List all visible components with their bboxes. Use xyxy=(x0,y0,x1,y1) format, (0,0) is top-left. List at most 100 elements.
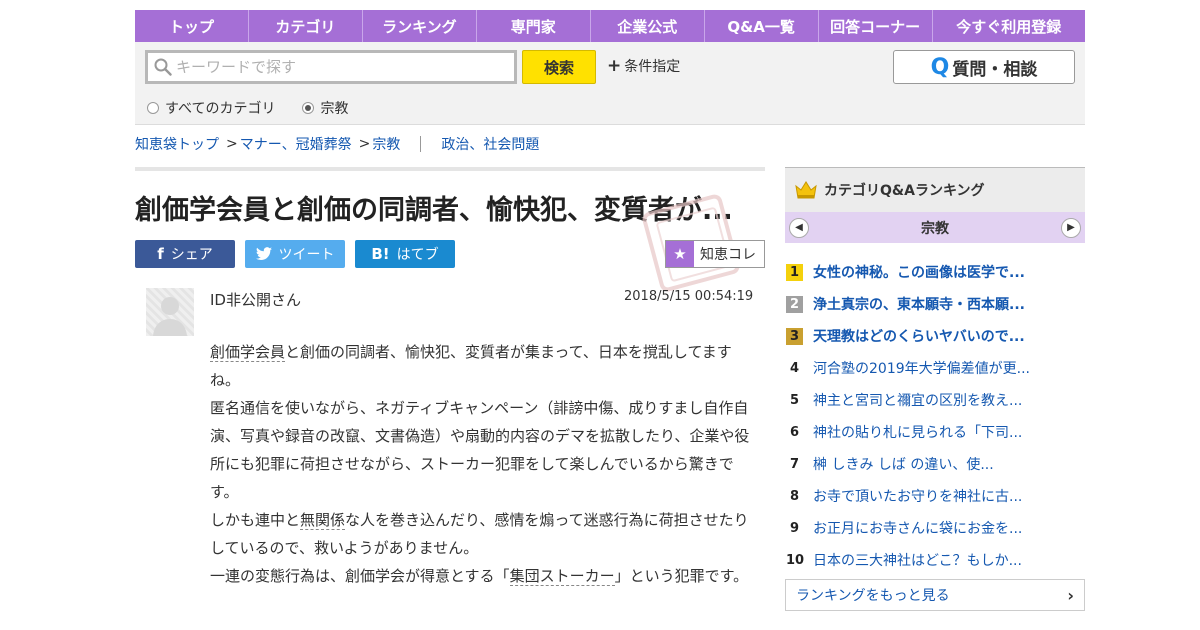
category-ranking: カテゴリQ&Aランキング ◀ 宗教 ▶ 1 女性の神秘。この画像は医学で... 2… xyxy=(785,167,1085,611)
search-input[interactable] xyxy=(176,58,506,76)
search-box[interactable] xyxy=(145,50,517,84)
ranking-item[interactable]: 6 神社の貼り札に見られる「下司... xyxy=(785,416,1085,448)
rank-number: 9 xyxy=(789,520,800,536)
ranking-item[interactable]: 1 女性の神秘。この画像は医学で... xyxy=(785,256,1085,288)
body-paragraph: しかも連中と無関係な人を巻き込んだり、感情を煽って迷惑行為に荷担させたりしている… xyxy=(210,506,750,562)
ranking-item[interactable]: 5 神主と宮司と禰宜の区別を教え... xyxy=(785,384,1085,416)
plus-icon: + xyxy=(607,56,622,76)
avatar xyxy=(146,288,194,336)
asker-name: ID非公開さん xyxy=(210,291,301,309)
share-facebook-button[interactable]: f シェア xyxy=(135,240,235,268)
ranking-link[interactable]: 神社の貼り札に見られる「下司... xyxy=(813,422,1022,442)
breadcrumb-manners[interactable]: マナー、冠婚葬祭 xyxy=(240,134,352,154)
rank-number: 6 xyxy=(789,424,800,440)
keyword-link[interactable]: 創価学会員 xyxy=(210,343,286,362)
twitter-icon xyxy=(255,247,272,261)
ranking-title: カテゴリQ&Aランキング xyxy=(824,183,985,199)
ranking-list: 1 女性の神秘。この画像は医学で... 2 浄土真宗の、東本願寺・西本願... 3天… xyxy=(785,256,1085,576)
category-scope: すべてのカテゴリ 宗教 xyxy=(147,98,375,118)
ranking-item[interactable]: 10 日本の三大神社はどこ？もしか... xyxy=(785,544,1085,576)
ranking-link[interactable]: お正月にお寺さんに袋にお金を... xyxy=(813,518,1022,538)
breadcrumb: 知恵袋トップ > マナー、冠婚葬祭 > 宗教 政治、社会問題 xyxy=(135,134,539,154)
search-button[interactable]: 検索 xyxy=(522,50,596,84)
rank-number: 4 xyxy=(789,360,800,376)
ranking-more-button[interactable]: ランキングをもっと見る › xyxy=(785,579,1085,611)
crown-icon xyxy=(795,181,817,199)
user-silhouette-icon xyxy=(153,297,187,336)
ask-question-label: 質問・相談 xyxy=(952,59,1038,80)
nav-top[interactable]: トップ xyxy=(135,10,249,42)
ranking-item[interactable]: 4 河合塾の2019年大学偏差値が更... xyxy=(785,352,1085,384)
rank-number: 2 xyxy=(786,295,803,313)
ranking-link[interactable]: 浄土真宗の、東本願寺・西本願... xyxy=(813,294,1025,314)
ranking-link[interactable]: 日本の三大神社はどこ？もしか... xyxy=(813,550,1022,570)
ranking-link[interactable]: 天理教はどのくらいヤバいので... xyxy=(813,326,1025,346)
ranking-item[interactable]: 7 榊 しきみ しば の違い、使... xyxy=(785,448,1085,480)
chevron-right-icon: › xyxy=(1067,585,1074,605)
condition-label: 条件指定 xyxy=(624,59,681,75)
ranking-more-label: ランキングをもっと見る xyxy=(796,588,950,604)
share-hatena-button[interactable]: B! はてブ xyxy=(355,240,455,268)
radio-all-categories[interactable]: すべてのカテゴリ xyxy=(147,98,275,118)
body-paragraph: 匿名通信を使いながら、ネガティブキャンペーン（誹謗中傷、成りすまし自作自演、写真… xyxy=(210,399,750,501)
keyword-link[interactable]: 無関係 xyxy=(300,511,346,530)
ranking-link[interactable]: 神主と宮司と禰宜の区別を教え... xyxy=(813,390,1022,410)
chevron-left-icon[interactable]: ◀ xyxy=(789,217,809,238)
share-twitter-button[interactable]: ツイート xyxy=(245,240,345,268)
ranking-header: カテゴリQ&Aランキング xyxy=(785,167,1085,212)
body-text: しかも連中と xyxy=(210,511,301,529)
post-date: 2018/5/15 00:54:19 xyxy=(624,289,754,304)
search-icon xyxy=(154,58,172,76)
search-area: 検索 + 条件指定 Q 質問・相談 すべてのカテゴリ 宗教 xyxy=(135,42,1085,125)
facebook-icon: f xyxy=(157,245,164,263)
radio-current-label: 宗教 xyxy=(320,101,349,117)
ranking-link[interactable]: お寺で頂いたお守りを神社に古... xyxy=(813,486,1022,506)
keyword-link[interactable]: 集団ストーカー xyxy=(509,567,615,586)
rank-number: 8 xyxy=(789,488,800,504)
body-paragraph: 創価学会員と創価の同調者、愉快犯、変質者が集まって、日本を撹乱してますね。 xyxy=(210,338,750,394)
ranking-item[interactable]: 2 浄土真宗の、東本願寺・西本願... xyxy=(785,288,1085,320)
share-hatena-label: はてブ xyxy=(396,247,439,263)
question-body: 創価学会員と創価の同調者、愉快犯、変質者が集まって、日本を撹乱してますね。 匿名… xyxy=(210,338,750,590)
q-icon: Q xyxy=(930,54,950,80)
ask-question-button[interactable]: Q 質問・相談 xyxy=(893,50,1075,84)
ranking-link[interactable]: 榊 しきみ しば の違い、使... xyxy=(813,454,994,474)
ranking-category-label: 宗教 xyxy=(921,220,949,237)
breadcrumb-top[interactable]: 知恵袋トップ xyxy=(135,134,219,154)
hatena-icon: B! xyxy=(371,245,390,263)
nav-register[interactable]: 今すぐ利用登録 xyxy=(933,10,1085,42)
nav-experts[interactable]: 専門家 xyxy=(477,10,591,42)
rank-number: 7 xyxy=(789,456,800,472)
rank-number: 10 xyxy=(785,552,805,568)
ranking-item[interactable]: 9 お正月にお寺さんに袋にお金を... xyxy=(785,512,1085,544)
nav-answer-corner[interactable]: 回答コーナー xyxy=(819,10,933,42)
chiecole-button[interactable]: ★ 知恵コレ xyxy=(665,240,765,268)
breadcrumb-religion[interactable]: 宗教 xyxy=(372,134,400,154)
ranking-link[interactable]: 河合塾の2019年大学偏差値が更... xyxy=(813,358,1030,378)
ranking-link[interactable]: 女性の神秘。この画像は医学で... xyxy=(813,262,1025,282)
share-twitter-label: ツイート xyxy=(278,247,335,263)
global-nav: トップ カテゴリ ランキング 専門家 企業公式 Q&A一覧 回答コーナー 今すぐ… xyxy=(135,10,1085,42)
rank-number: 5 xyxy=(789,392,800,408)
radio-current-dot[interactable] xyxy=(302,102,315,114)
share-facebook-label: シェア xyxy=(170,247,213,263)
nav-official[interactable]: 企業公式 xyxy=(591,10,705,42)
ranking-item[interactable]: 8 お寺で頂いたお守りを神社に古... xyxy=(785,480,1085,512)
ranking-item[interactable]: 3 天理教はどのくらいヤバいので... xyxy=(785,320,1085,352)
radio-all-dot[interactable] xyxy=(147,102,159,114)
nav-ranking[interactable]: ランキング xyxy=(363,10,477,42)
related-category-link[interactable]: 政治、社会問題 xyxy=(441,134,539,154)
star-icon: ★ xyxy=(666,241,694,267)
radio-all-label: すべてのカテゴリ xyxy=(165,101,276,117)
radio-current-category[interactable]: 宗教 xyxy=(302,98,348,118)
chiecole-label: 知恵コレ xyxy=(700,247,756,263)
body-text: 一連の変態行為は、創価学会が得意とする「 xyxy=(210,567,510,585)
chevron-right-icon[interactable]: ▶ xyxy=(1061,217,1081,238)
breadcrumb-separator: > xyxy=(358,136,371,152)
nav-qa-list[interactable]: Q&A一覧 xyxy=(705,10,819,42)
condition-toggle[interactable]: + 条件指定 xyxy=(607,56,680,76)
nav-category[interactable]: カテゴリ xyxy=(249,10,363,42)
breadcrumb-separator: > xyxy=(226,136,238,152)
rank-number: 3 xyxy=(786,327,803,345)
ranking-category-switcher: ◀ 宗教 ▶ xyxy=(785,212,1085,243)
